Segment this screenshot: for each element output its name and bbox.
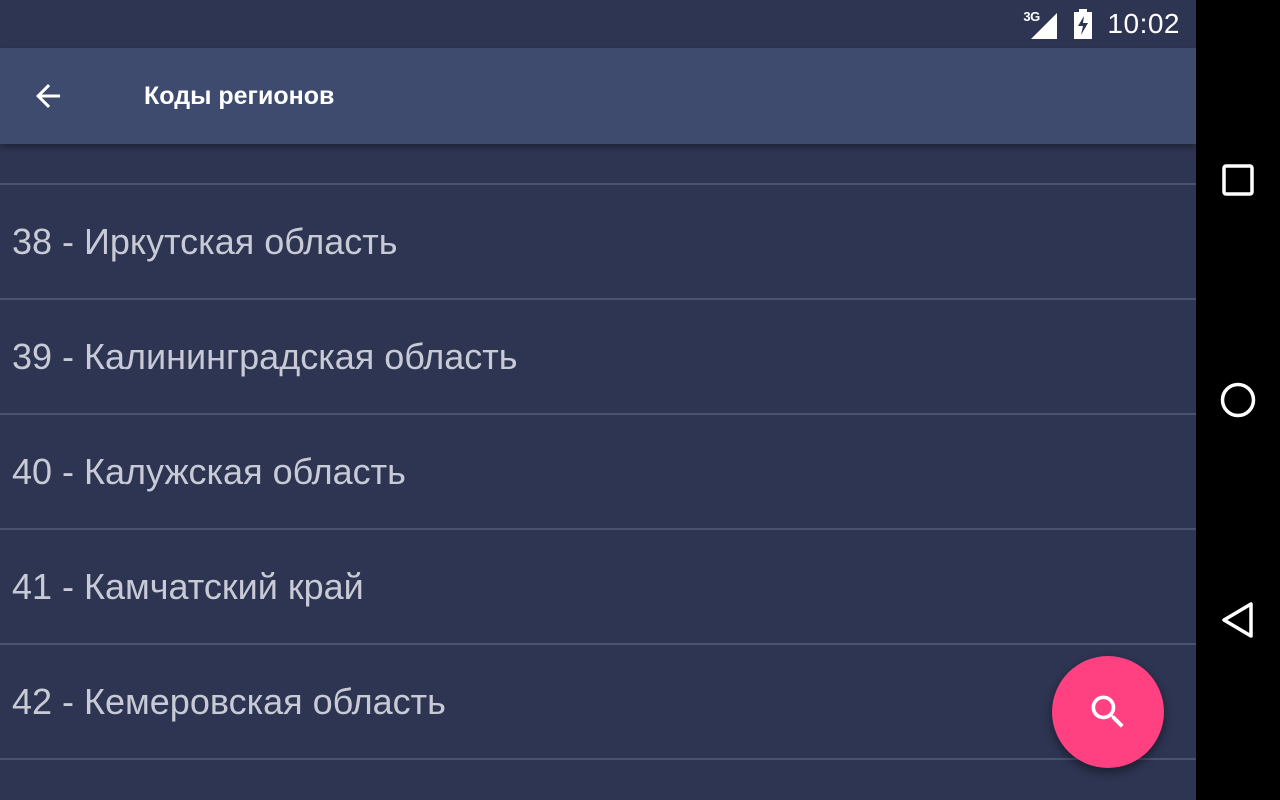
list-item-region-40[interactable]: 40 - Калужская область xyxy=(0,415,1196,530)
cellular-signal-icon xyxy=(1031,13,1058,39)
triangle-back-icon xyxy=(1222,602,1253,638)
search-fab-button[interactable] xyxy=(1052,656,1164,768)
app-bar: Коды регионов xyxy=(0,48,1196,144)
status-bar: 3G 10:02 xyxy=(0,0,1196,48)
region-list[interactable]: 38 - Иркутская область 39 - Калининградс… xyxy=(0,144,1196,760)
search-icon xyxy=(1091,695,1124,728)
recents-button[interactable] xyxy=(1196,138,1280,222)
status-icons: 3G 10:02 xyxy=(1023,0,1180,48)
signal-indicator: 3G xyxy=(1023,9,1059,39)
nav-back-button[interactable] xyxy=(1196,578,1280,662)
status-clock: 10:02 xyxy=(1107,8,1180,39)
list-item-region-41[interactable]: 41 - Камчатский край xyxy=(0,530,1196,645)
page-title: Коды регионов xyxy=(144,82,335,110)
circle-home-icon xyxy=(1220,382,1256,418)
arrow-back-icon xyxy=(36,84,60,108)
list-item-region-39[interactable]: 39 - Калининградская область xyxy=(0,300,1196,415)
list-item-region-38[interactable]: 38 - Иркутская область xyxy=(0,185,1196,300)
square-recents-icon xyxy=(1222,164,1254,196)
list-item-partial xyxy=(0,144,1196,185)
list-item-region-42[interactable]: 42 - Кемеровская область xyxy=(0,645,1196,760)
app-screen: 3G 10:02 Коды регионов 38 - Иркутская об… xyxy=(0,0,1196,800)
back-button[interactable] xyxy=(24,72,72,120)
home-button[interactable] xyxy=(1196,358,1280,442)
battery-icon xyxy=(1073,9,1093,39)
system-navigation-bar xyxy=(1196,0,1280,800)
